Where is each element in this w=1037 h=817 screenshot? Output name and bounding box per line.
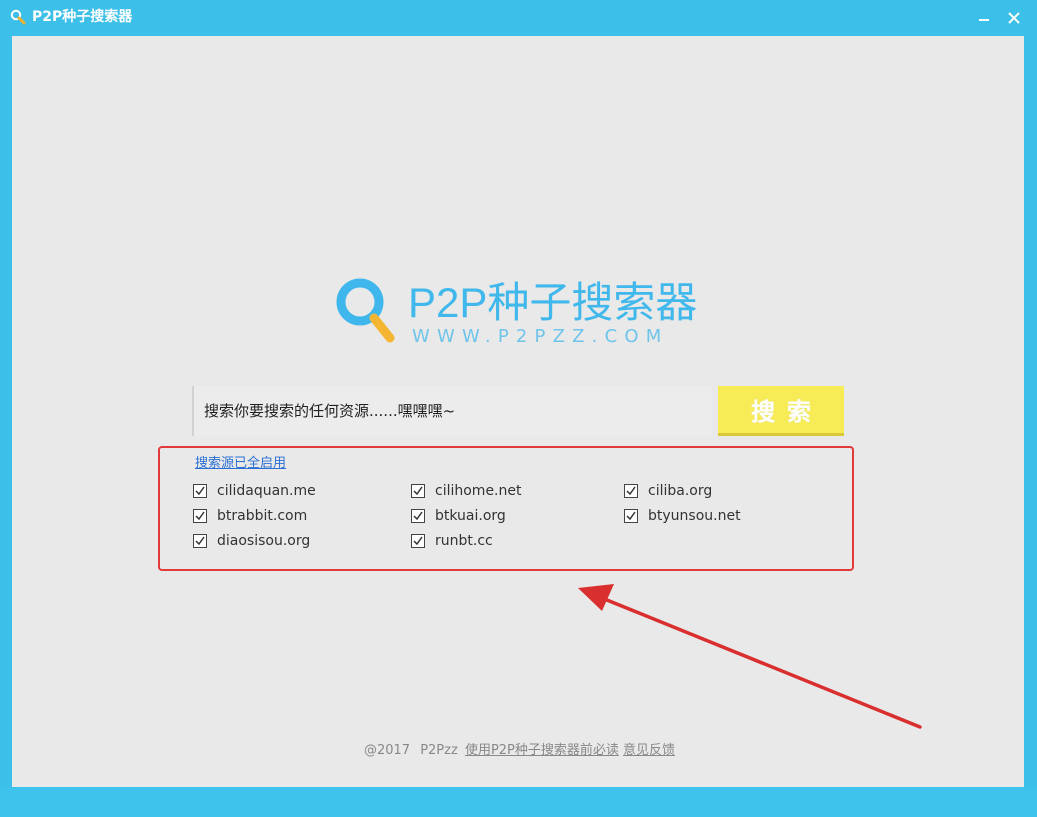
- checkbox-checked-icon[interactable]: [411, 534, 425, 548]
- checkbox-checked-icon[interactable]: [411, 484, 425, 498]
- window-title: P2P种子搜索器: [32, 9, 133, 25]
- sources-status-link[interactable]: 搜索源已全启用: [195, 452, 286, 471]
- source-label: cilidaquan.me: [217, 483, 316, 499]
- checkbox-checked-icon[interactable]: [193, 509, 207, 523]
- source-label: btyunsou.net: [648, 508, 741, 524]
- feedback-link[interactable]: 意见反馈: [623, 743, 675, 758]
- window-bottom-border: [0, 787, 1037, 817]
- source-checkbox-btrabbit[interactable]: btrabbit.com: [193, 507, 307, 525]
- source-label: ciliba.org: [648, 483, 713, 499]
- source-label: btrabbit.com: [217, 508, 308, 524]
- source-label: runbt.cc: [435, 533, 493, 549]
- footer: @2017 P2Pzz 使用P2P种子搜索器前必读 意见反馈: [12, 739, 1024, 758]
- logo-title: P2P种子搜索器: [408, 279, 698, 326]
- search-button[interactable]: 搜索: [718, 386, 844, 436]
- main-panel: P2P种子搜索器 WWW.P2PZZ.COM 搜索 搜索源已全启用 cilida…: [12, 36, 1024, 787]
- source-label: cilihome.net: [435, 483, 522, 499]
- source-label: btkuai.org: [435, 508, 506, 524]
- close-button[interactable]: [1004, 8, 1024, 28]
- checkbox-checked-icon[interactable]: [624, 484, 638, 498]
- footer-brand: P2Pzz: [420, 743, 458, 758]
- search-box: [192, 386, 712, 436]
- source-label: diaosisou.org: [217, 533, 311, 549]
- checkbox-checked-icon[interactable]: [193, 484, 207, 498]
- checkbox-checked-icon[interactable]: [193, 534, 207, 548]
- magnifier-icon: [10, 9, 26, 25]
- checkbox-checked-icon[interactable]: [411, 509, 425, 523]
- footer-copyright: @2017: [363, 743, 411, 758]
- checkbox-checked-icon[interactable]: [624, 509, 638, 523]
- source-checkbox-diaosisou[interactable]: diaosisou.org: [193, 532, 310, 550]
- logo-url: WWW.P2PZZ.COM: [412, 326, 669, 347]
- source-checkbox-cilidaquan[interactable]: cilidaquan.me: [193, 482, 316, 500]
- minimize-button[interactable]: [974, 8, 994, 28]
- source-checkbox-btkuai[interactable]: btkuai.org: [411, 507, 506, 525]
- search-input[interactable]: [204, 398, 699, 424]
- source-checkbox-ciliba[interactable]: ciliba.org: [624, 482, 712, 500]
- logo-magnifier-icon: [336, 278, 395, 343]
- guide-link[interactable]: 使用P2P种子搜索器前必读: [465, 743, 619, 758]
- title-bar: P2P种子搜索器: [0, 0, 1037, 36]
- source-checkbox-runbt[interactable]: runbt.cc: [411, 532, 493, 550]
- source-checkbox-cilihome[interactable]: cilihome.net: [411, 482, 521, 500]
- source-checkbox-btyunsou[interactable]: btyunsou.net: [624, 507, 741, 525]
